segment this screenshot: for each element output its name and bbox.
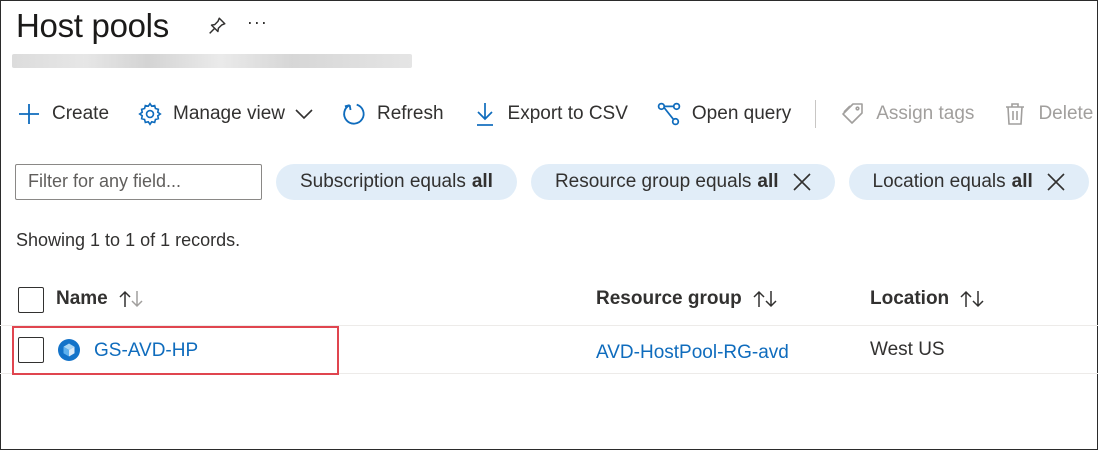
close-icon[interactable] xyxy=(1047,172,1065,191)
subscription-filter-value: all xyxy=(471,170,493,192)
location-cell: West US xyxy=(870,339,945,360)
records-count: Showing 1 to 1 of 1 records. xyxy=(16,230,241,250)
open-query-label: Open query xyxy=(691,103,792,124)
header: Host pools ··· xyxy=(16,4,268,48)
redacted-subtitle xyxy=(12,54,412,68)
assign-tags-button[interactable]: Assign tags xyxy=(840,96,974,132)
column-resource-group-label: Resource group xyxy=(596,288,742,309)
refresh-button[interactable]: Refresh xyxy=(341,96,444,132)
column-location-label: Location xyxy=(870,288,950,309)
export-csv-button[interactable]: Export to CSV xyxy=(472,96,628,132)
location-filter-value: all xyxy=(1011,170,1033,192)
filter-bar: Subscription equals all Resource group e… xyxy=(15,163,1089,200)
row-checkbox[interactable] xyxy=(18,337,44,363)
column-name-label: Name xyxy=(56,288,108,309)
delete-button[interactable]: Delete xyxy=(1002,96,1093,132)
resource-group-filter-text: Resource group equals xyxy=(554,170,752,192)
table-row: GS-AVD-HP AVD-HostPool-RG-avd West US xyxy=(0,326,1098,375)
assign-tags-label: Assign tags xyxy=(876,103,975,124)
location-filter-text: Location equals xyxy=(872,170,1006,192)
page-title: Host pools xyxy=(16,7,169,44)
tag-icon xyxy=(840,101,866,127)
resource-group-link[interactable]: AVD-HostPool-RG-avd xyxy=(596,342,789,364)
manage-view-label: Manage view xyxy=(173,103,285,124)
chevron-down-icon xyxy=(295,108,313,120)
create-label: Create xyxy=(52,103,110,124)
toolbar-divider xyxy=(815,100,817,128)
host-pool-name-link[interactable]: GS-AVD-HP xyxy=(94,340,198,362)
query-graph-icon xyxy=(656,101,682,127)
plus-icon xyxy=(16,101,42,127)
table-header: Name Resource group Location xyxy=(0,276,1098,326)
column-header-name[interactable]: Name xyxy=(56,288,144,310)
subscription-filter-text: Subscription equals xyxy=(300,170,466,192)
subscription-filter-pill[interactable]: Subscription equals all xyxy=(276,163,517,200)
host-pools-table: Name Resource group Location GS-AVD-HP A… xyxy=(0,276,1098,375)
pin-icon[interactable] xyxy=(205,14,229,38)
refresh-label: Refresh xyxy=(376,103,444,124)
download-icon xyxy=(472,101,498,127)
manage-view-button[interactable]: Manage view xyxy=(137,96,313,132)
sort-arrows-icon[interactable] xyxy=(118,290,144,308)
resource-group-filter-value: all xyxy=(757,170,779,192)
command-bar: Create Manage view Refresh Export to CSV… xyxy=(16,96,1098,132)
more-options-icon[interactable]: ··· xyxy=(247,13,268,39)
filter-input[interactable] xyxy=(15,163,262,200)
export-csv-label: Export to CSV xyxy=(507,103,628,124)
select-all-checkbox[interactable] xyxy=(18,287,44,313)
refresh-icon xyxy=(341,101,367,127)
open-query-button[interactable]: Open query xyxy=(656,96,791,132)
close-icon[interactable] xyxy=(792,172,811,191)
gear-icon xyxy=(137,101,163,127)
resource-group-filter-pill[interactable]: Resource group equals all xyxy=(530,163,835,200)
sort-arrows-icon[interactable] xyxy=(959,290,985,308)
location-filter-pill[interactable]: Location equals all xyxy=(848,163,1089,200)
create-button[interactable]: Create xyxy=(16,96,109,132)
column-header-resource-group[interactable]: Resource group xyxy=(596,288,778,310)
sort-arrows-icon[interactable] xyxy=(752,290,778,308)
column-header-location[interactable]: Location xyxy=(870,288,985,310)
trash-icon xyxy=(1002,101,1028,127)
delete-label: Delete xyxy=(1038,103,1094,124)
host-pool-icon xyxy=(58,339,80,361)
